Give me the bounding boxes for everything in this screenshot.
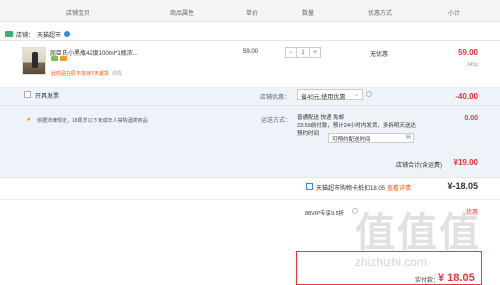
- quantity-stepper: − 1 +: [285, 47, 321, 58]
- service-detail-link[interactable]: 详情: [112, 71, 122, 77]
- age-restriction-note: 依据法律规定，18周岁以下未成年人禁购酒类商品: [37, 118, 148, 124]
- tmall-badge-icon: [51, 56, 58, 61]
- header-subtotal-col: 小计: [448, 11, 461, 17]
- delivery-time-select[interactable]: 可预约配送时间 ▤: [328, 133, 414, 143]
- coupon-amount: -40.00: [455, 92, 478, 101]
- header-qty-col: 数量: [302, 11, 315, 17]
- promo-badge-icon: [60, 56, 67, 61]
- pay-label: 实付款：: [415, 278, 440, 284]
- vip-label: 88VIP专享9.5折: [305, 211, 345, 217]
- invoice-label: 开具发票: [35, 94, 60, 100]
- shipping-method: 普通配送 快递 免邮: [297, 115, 345, 121]
- header-promo-col: 优惠方式: [368, 11, 393, 17]
- shopping-card-text: 天猫超市购物卡抵扣18.05: [316, 186, 386, 192]
- product-badges: [51, 56, 67, 61]
- pay-amount: ¥ 18.05: [438, 272, 475, 284]
- product-thumbnail[interactable]: [22, 47, 46, 75]
- shopping-card-label: 天猫超市购物卡抵扣18.05 查看详情: [316, 183, 411, 192]
- promo-method: 无优惠: [370, 52, 389, 58]
- shopping-card-checkbox[interactable]: [306, 183, 313, 190]
- card-deduction-row: [0, 178, 500, 200]
- store-total-amount: ¥19.00: [453, 158, 478, 167]
- watermark: 值值值 zhizhizhi.com: [355, 200, 495, 270]
- store-coupon-select[interactable]: 省40元:使用优惠 ⌄: [297, 89, 363, 101]
- item-subtotal: 59.00: [457, 48, 478, 57]
- shipping-eta: 23:59前付款，预计24小时内发货，多拆明天送达: [297, 123, 416, 129]
- store-total-label: 店铺合计(含运费): [396, 163, 442, 169]
- unit-price: 59.00: [243, 49, 259, 55]
- service-note: 此商品在原不支持7天退货 详情: [51, 70, 122, 77]
- invoice-coupon-row: [0, 88, 500, 106]
- verified-icon: [64, 31, 71, 37]
- header-price-col: 单价: [246, 11, 259, 17]
- item-weight: 345g: [466, 62, 478, 68]
- watermark-logo: 值值值: [355, 211, 481, 255]
- store-name[interactable]: 天猫超市: [37, 30, 61, 39]
- shopping-card-amount: ¥-18.05: [447, 181, 478, 191]
- store-coupon-label: 店铺优惠：: [260, 95, 291, 101]
- shopping-card-detail-link[interactable]: 查看详情: [387, 186, 411, 192]
- coupon-selected-value: 省40元:使用优惠: [301, 95, 346, 101]
- header-attr-col: 商品属性: [170, 11, 195, 17]
- delivery-time-value: 可预约配送时间: [332, 137, 371, 143]
- watermark-url: zhizhizhi.com: [355, 255, 428, 269]
- qty-plus-button[interactable]: +: [310, 47, 321, 58]
- store-row: 店铺： 天猫超市: [5, 28, 71, 40]
- qty-minus-button[interactable]: −: [285, 47, 296, 58]
- header-store-col: 店铺宝贝: [66, 11, 91, 17]
- service-note-text: 此商品在原不支持7天退货: [51, 71, 109, 77]
- coupon-info-icon[interactable]: [366, 91, 372, 97]
- store-label: 店铺：: [16, 32, 35, 39]
- store-icon: [5, 31, 13, 37]
- shipping-fee: 0.00: [464, 115, 478, 122]
- qty-input[interactable]: 1: [296, 47, 310, 58]
- calendar-icon: ▤: [405, 134, 411, 140]
- table-header: 店铺宝贝 商品属性 单价 数量 优惠方式 小计: [0, 0, 500, 22]
- shipping-label: 运送方式：: [261, 118, 292, 124]
- invoice-checkbox[interactable]: [24, 91, 31, 98]
- chevron-down-icon: ⌄: [353, 92, 359, 98]
- location-pin-icon: ●: [27, 117, 31, 123]
